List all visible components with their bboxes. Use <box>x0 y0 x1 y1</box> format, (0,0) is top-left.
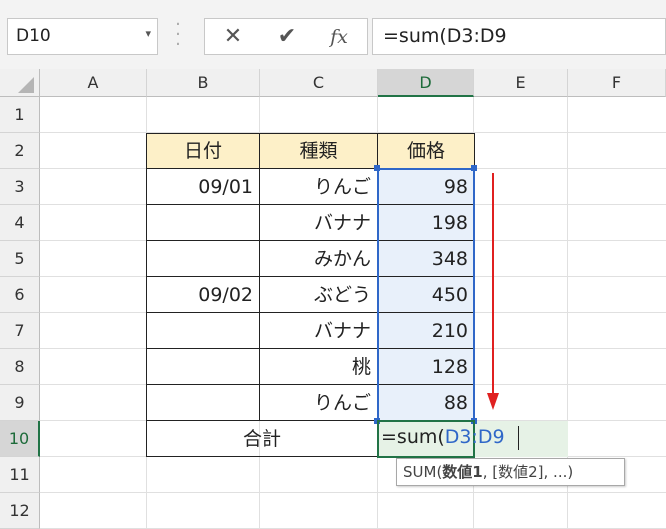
tooltip-rest: , [数値2], ...) <box>482 463 574 481</box>
row-header-7[interactable]: 7 <box>0 313 40 349</box>
range-handle[interactable] <box>471 165 477 171</box>
header-date[interactable]: 日付 <box>147 133 259 169</box>
column-header-b[interactable]: B <box>147 69 260 97</box>
down-arrow-icon <box>487 173 499 410</box>
row-header-8[interactable]: 8 <box>0 349 40 385</box>
cell-type[interactable]: 桃 <box>260 349 377 385</box>
column-header-d[interactable]: D <box>378 69 474 97</box>
row-header-9[interactable]: 9 <box>0 385 40 421</box>
header-type[interactable]: 種類 <box>260 133 377 169</box>
tooltip-current-arg: 数値1 <box>442 463 483 481</box>
name-box[interactable]: D10 ▾ <box>7 18 158 55</box>
insert-function-icon[interactable]: fx <box>321 22 357 52</box>
drag-handle-icon[interactable]: · · · <box>172 16 184 54</box>
cell-date[interactable] <box>147 313 259 349</box>
function-tooltip[interactable]: SUM(数値1, [数値2], ...) <box>396 458 625 486</box>
text-cursor <box>518 426 519 450</box>
enter-icon[interactable]: ✔ <box>269 22 305 52</box>
cell-date[interactable]: 09/02 <box>147 277 259 313</box>
cell-date[interactable] <box>147 241 259 277</box>
row-header-2[interactable]: 2 <box>0 133 40 169</box>
cell-type[interactable]: ぶどう <box>260 277 377 313</box>
name-box-value: D10 <box>16 26 51 46</box>
row-header-10[interactable]: 10 <box>0 421 40 457</box>
cell-type[interactable]: りんご <box>260 169 377 205</box>
cell-type[interactable]: バナナ <box>260 313 377 349</box>
row-header-5[interactable]: 5 <box>0 241 40 277</box>
row-header-1[interactable]: 1 <box>0 97 40 133</box>
column-header-a[interactable]: A <box>40 69 147 97</box>
header-price[interactable]: 価格 <box>378 133 474 169</box>
gridline <box>40 492 666 493</box>
cell-date[interactable] <box>147 205 259 241</box>
column-header-e[interactable]: E <box>474 69 568 97</box>
range-handle[interactable] <box>374 165 380 171</box>
edit-prefix: =sum( <box>381 426 445 448</box>
row-header-3[interactable]: 3 <box>0 169 40 205</box>
column-header-c[interactable]: C <box>260 69 378 97</box>
cell-date[interactable] <box>147 385 259 421</box>
cell-date[interactable] <box>147 349 259 385</box>
tooltip-function: SUM( <box>403 463 443 481</box>
chevron-down-icon[interactable]: ▾ <box>145 27 151 40</box>
formula-buttons: ✕ ✔ fx <box>204 18 368 55</box>
formula-text: =sum(D3:D9 <box>383 25 507 47</box>
select-all-corner[interactable] <box>0 69 40 97</box>
corner-triangle-icon <box>18 77 34 93</box>
row-header-6[interactable]: 6 <box>0 277 40 313</box>
cell-type[interactable]: りんご <box>260 385 377 421</box>
cell-date[interactable]: 09/01 <box>147 169 259 205</box>
formula-input[interactable]: =sum(D3:D9 <box>372 18 666 55</box>
total-label[interactable]: 合計 <box>147 421 377 457</box>
reference-range-border <box>377 168 475 422</box>
cell-D10-editor[interactable]: =sum(D3:D9 <box>381 426 505 448</box>
spreadsheet-grid: ABCDEF 1 2 3 4 5 6 7 8 9 10 11 12 日付 種類 価格 09/01 りんご 98 バ… <box>0 69 666 529</box>
column-header-f[interactable]: F <box>568 69 666 97</box>
row-header-4[interactable]: 4 <box>0 205 40 241</box>
cancel-icon[interactable]: ✕ <box>215 22 251 52</box>
edit-reference: D3:D9 <box>444 426 505 448</box>
cell-type[interactable]: みかん <box>260 241 377 277</box>
cell-type[interactable]: バナナ <box>260 205 377 241</box>
row-header-12[interactable]: 12 <box>0 493 40 529</box>
row-header-11[interactable]: 11 <box>0 457 40 493</box>
